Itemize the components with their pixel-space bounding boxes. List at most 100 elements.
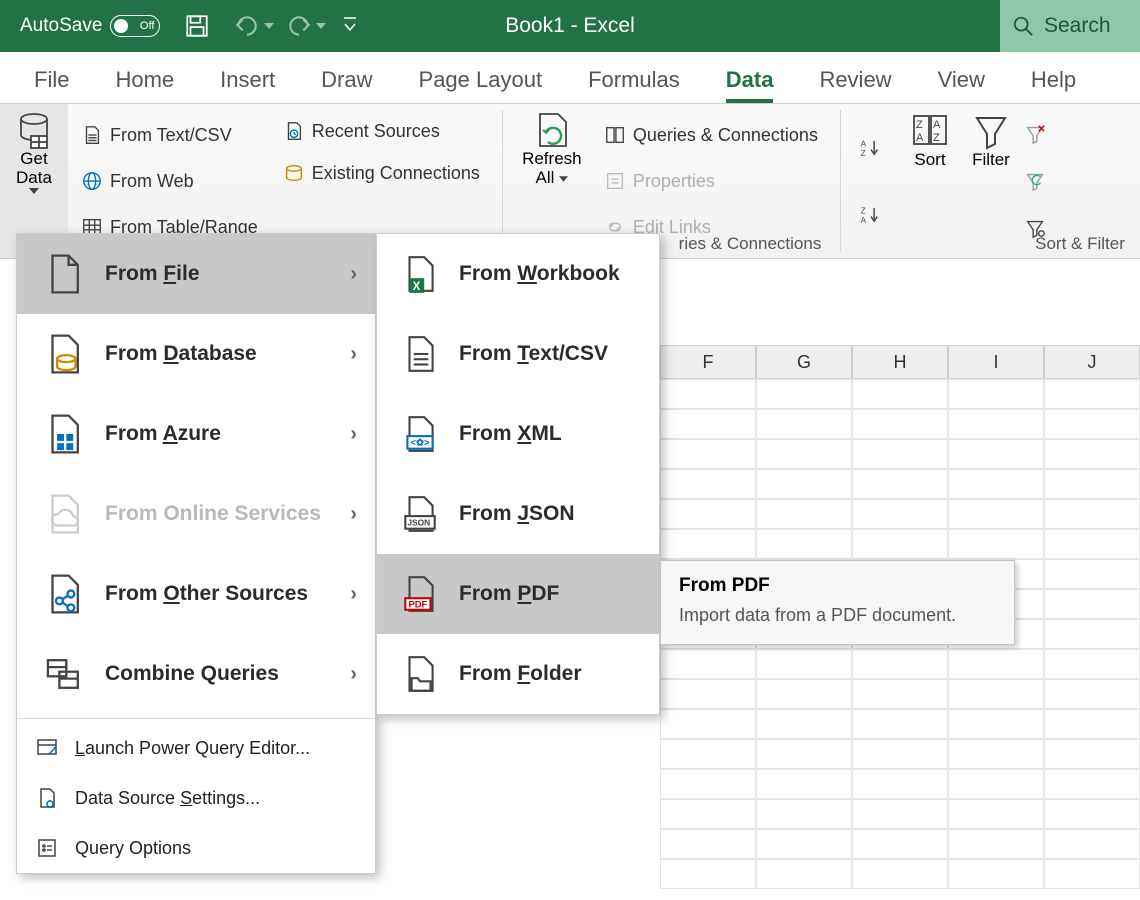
cell[interactable]: [756, 829, 852, 859]
tab-view[interactable]: View: [938, 67, 985, 103]
cell[interactable]: [660, 469, 756, 499]
cell[interactable]: [948, 409, 1044, 439]
cell[interactable]: [660, 859, 756, 889]
cell[interactable]: [852, 529, 948, 559]
cell[interactable]: [660, 379, 756, 409]
tab-help[interactable]: Help: [1031, 67, 1076, 103]
column-header[interactable]: G: [756, 345, 852, 379]
cell[interactable]: [852, 649, 948, 679]
cell[interactable]: [1044, 799, 1140, 829]
queries-connections-button[interactable]: Queries & Connections: [597, 120, 824, 150]
customize-qat-button[interactable]: [342, 15, 358, 38]
data-source-settings-menu-item[interactable]: Data Source Settings...: [17, 773, 375, 823]
cell[interactable]: [852, 679, 948, 709]
cell[interactable]: [852, 379, 948, 409]
tab-draw[interactable]: Draw: [321, 67, 372, 103]
cell[interactable]: [1044, 499, 1140, 529]
sort-asc-button[interactable]: AZ: [855, 134, 887, 162]
cell[interactable]: [1044, 529, 1140, 559]
sort-button[interactable]: ZAAZ Sort: [899, 104, 961, 258]
from-json-menu-item[interactable]: JSON From JSON: [377, 474, 659, 554]
cell[interactable]: [756, 739, 852, 769]
cell[interactable]: [756, 799, 852, 829]
tab-review[interactable]: Review: [819, 67, 891, 103]
clear-filter-button[interactable]: [1023, 122, 1047, 146]
cell[interactable]: [852, 739, 948, 769]
tab-formulas[interactable]: Formulas: [588, 67, 680, 103]
column-header[interactable]: I: [948, 345, 1044, 379]
cell[interactable]: [660, 769, 756, 799]
cell[interactable]: [852, 709, 948, 739]
cell[interactable]: [852, 859, 948, 889]
cell[interactable]: [1044, 469, 1140, 499]
from-file-menu-item[interactable]: From File ›: [17, 234, 375, 314]
cell[interactable]: [948, 709, 1044, 739]
cell[interactable]: [948, 439, 1044, 469]
cell[interactable]: [948, 799, 1044, 829]
cell[interactable]: [1044, 589, 1140, 619]
tab-page-layout[interactable]: Page Layout: [419, 67, 543, 103]
from-folder-menu-item[interactable]: From Folder: [377, 634, 659, 714]
tab-home[interactable]: Home: [115, 67, 174, 103]
cell[interactable]: [660, 799, 756, 829]
from-text-csv-button[interactable]: From Text/CSV: [74, 120, 264, 150]
cell[interactable]: [660, 529, 756, 559]
cell[interactable]: [1044, 859, 1140, 889]
tab-file[interactable]: File: [34, 67, 69, 103]
cell[interactable]: [1044, 739, 1140, 769]
from-text-csv-menu-item[interactable]: From Text/CSV: [377, 314, 659, 394]
cell[interactable]: [948, 499, 1044, 529]
cell[interactable]: [1044, 709, 1140, 739]
cell[interactable]: [660, 709, 756, 739]
from-pdf-menu-item[interactable]: PDF From PDF: [377, 554, 659, 634]
cell[interactable]: [756, 859, 852, 889]
cell[interactable]: [852, 769, 948, 799]
cell[interactable]: [1044, 379, 1140, 409]
cell[interactable]: [852, 799, 948, 829]
save-icon[interactable]: [184, 13, 210, 39]
cell[interactable]: [948, 679, 1044, 709]
cell[interactable]: [1044, 439, 1140, 469]
from-xml-menu-item[interactable]: <✿> From XML: [377, 394, 659, 474]
cell[interactable]: [1044, 769, 1140, 799]
undo-button[interactable]: [234, 15, 274, 37]
existing-connections-button[interactable]: Existing Connections: [276, 158, 486, 188]
tab-insert[interactable]: Insert: [220, 67, 275, 103]
cell[interactable]: [756, 769, 852, 799]
cell[interactable]: [1044, 679, 1140, 709]
from-other-sources-menu-item[interactable]: From Other Sources ›: [17, 554, 375, 634]
cell[interactable]: [756, 409, 852, 439]
redo-button[interactable]: [286, 15, 326, 37]
cell[interactable]: [852, 829, 948, 859]
column-header[interactable]: F: [660, 345, 756, 379]
cell[interactable]: [948, 769, 1044, 799]
cell[interactable]: [756, 529, 852, 559]
cell[interactable]: [852, 499, 948, 529]
cell[interactable]: [948, 829, 1044, 859]
cell[interactable]: [1044, 829, 1140, 859]
cell[interactable]: [660, 739, 756, 769]
cell[interactable]: [948, 469, 1044, 499]
tab-data[interactable]: Data: [726, 67, 774, 103]
cell[interactable]: [852, 409, 948, 439]
cell[interactable]: [660, 649, 756, 679]
reapply-button[interactable]: [1023, 169, 1047, 193]
cell[interactable]: [948, 379, 1044, 409]
cell[interactable]: [948, 859, 1044, 889]
sort-desc-button[interactable]: ZA: [855, 201, 887, 229]
cell[interactable]: [660, 679, 756, 709]
cell[interactable]: [948, 739, 1044, 769]
cell[interactable]: [756, 439, 852, 469]
cell[interactable]: [660, 499, 756, 529]
cell[interactable]: [1044, 409, 1140, 439]
cell[interactable]: [948, 649, 1044, 679]
cell[interactable]: [1044, 649, 1140, 679]
cell[interactable]: [852, 469, 948, 499]
autosave-toggle-group[interactable]: AutoSave Off: [20, 15, 160, 37]
cell[interactable]: [948, 529, 1044, 559]
cell[interactable]: [660, 409, 756, 439]
column-header[interactable]: J: [1044, 345, 1140, 379]
launch-power-query-editor-menu-item[interactable]: Launch Power Query Editor...: [17, 723, 375, 773]
from-database-menu-item[interactable]: From Database ›: [17, 314, 375, 394]
from-web-button[interactable]: From Web: [74, 166, 264, 196]
